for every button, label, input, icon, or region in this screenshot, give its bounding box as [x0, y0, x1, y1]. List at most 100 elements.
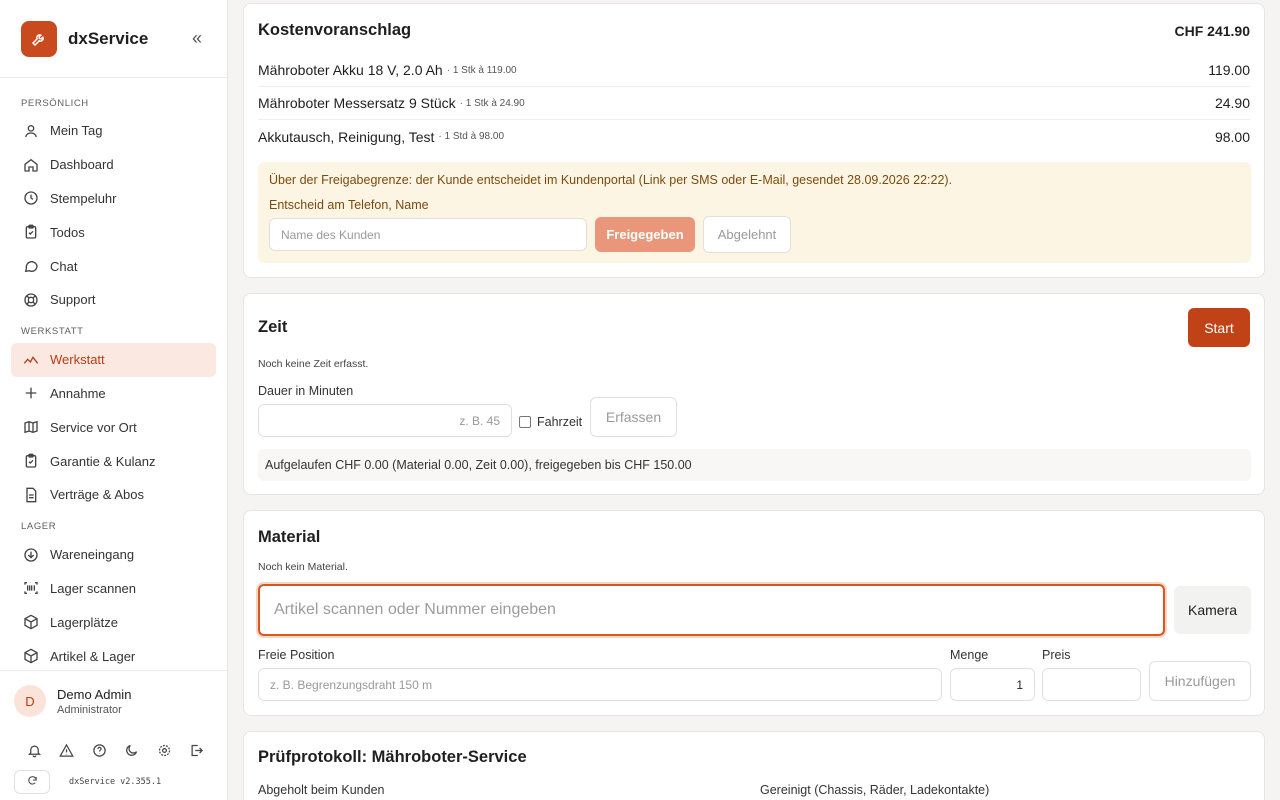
lifebuoy-icon — [22, 291, 40, 309]
protocol-item[interactable]: Abgeholt beim Kunden — [258, 783, 384, 797]
clipboard-check-icon — [22, 452, 40, 470]
material-card: Material Noch kein Material. Artikel sca… — [243, 510, 1265, 716]
sidebar-item-todos[interactable]: Todos — [11, 215, 216, 249]
plus-icon — [22, 384, 40, 402]
quote-item-name: Mähroboter Akku 18 V, 2.0 Ah — [258, 62, 443, 78]
sidebar-item-label: Werkstatt — [50, 352, 105, 368]
bell-icon[interactable] — [18, 743, 51, 758]
warning-icon[interactable] — [51, 743, 84, 758]
download-icon — [22, 546, 40, 564]
sidebar-item-lager-scannen[interactable]: Lager scannen — [11, 572, 216, 606]
clock-icon — [22, 189, 40, 207]
user-role: Administrator — [57, 703, 122, 716]
sidebar-item-label: Support — [50, 292, 96, 308]
log-time-button[interactable]: Erfassen — [590, 397, 677, 437]
article-scan-input[interactable]: Artikel scannen oder Nummer eingeben — [258, 584, 1165, 636]
sidebar-item-label: Garantie & Kulanz — [50, 453, 156, 469]
sidebar-item-label: Stempeluhr — [50, 190, 117, 206]
time-empty-text: Noch keine Zeit erfasst. — [258, 358, 369, 370]
travel-time-label: Fahrzeit — [537, 415, 583, 429]
quote-row: Akkutausch, Reinigung, Test · 1 Std à 98… — [258, 120, 1250, 153]
app-version: dxService v2.355.1 — [69, 777, 162, 787]
sidebar-item-label: Dashboard — [50, 157, 114, 173]
material-title: Material — [258, 528, 321, 546]
collapse-sidebar-icon[interactable]: « — [192, 28, 202, 49]
section-label-storage: LAGER — [21, 521, 57, 533]
quantity-label: Menge — [950, 648, 989, 662]
wrench-icon[interactable] — [21, 20, 57, 57]
approve-button[interactable]: Freigegeben — [595, 217, 695, 252]
box-icon — [22, 613, 40, 631]
quote-item-detail: · 1 Std à 98.00 — [438, 131, 505, 142]
sidebar-item-dashboard[interactable]: Dashboard — [11, 148, 216, 182]
protocol-card: Prüfprotokoll: Mähroboter-Service Abgeho… — [243, 731, 1265, 800]
logout-icon[interactable] — [181, 743, 214, 758]
sidebar-item-label: Mein Tag — [50, 123, 103, 139]
quote-item-detail: · 1 Stk à 24.90 — [459, 97, 525, 109]
quantity-input[interactable]: 1 — [950, 668, 1035, 701]
user-name: Demo Admin — [57, 686, 132, 702]
sidebar-item-label: Todos — [50, 224, 85, 240]
sidebar-item-label: Lager scannen — [50, 580, 137, 596]
package-icon — [22, 647, 40, 665]
tool-row — [14, 743, 213, 758]
sidebar-item-vertraege[interactable]: Verträge & Abos — [11, 478, 216, 512]
quote-total: CHF 241.90 — [1174, 23, 1250, 39]
moon-icon[interactable] — [116, 743, 149, 758]
quote-title: Kostenvoranschlag — [258, 21, 412, 39]
start-timer-button[interactable]: Start — [1188, 308, 1250, 347]
sidebar-item-lagerplaetze[interactable]: Lagerplätze — [11, 605, 216, 639]
material-empty-text: Noch kein Material. — [258, 561, 348, 573]
sidebar-item-garantie[interactable]: Garantie & Kulanz — [11, 444, 216, 478]
add-position-button[interactable]: Hinzufügen — [1149, 661, 1251, 701]
avatar[interactable]: D — [14, 685, 46, 717]
refresh-icon — [27, 773, 38, 791]
phone-decision-label: Entscheid am Telefon, Name — [269, 198, 429, 212]
settings-icon[interactable] — [148, 743, 181, 758]
travel-time-toggle[interactable]: Fahrzeit — [519, 415, 582, 429]
refresh-button[interactable] — [14, 770, 50, 794]
user-panel: D Demo Admin Administrator dxService v2.… — [0, 670, 227, 794]
user-icon — [22, 122, 40, 140]
travel-time-checkbox[interactable] — [519, 416, 531, 428]
sidebar-item-service-vor-ort[interactable]: Service vor Ort — [11, 410, 216, 444]
sidebar-item-label: Lagerplätze — [50, 614, 118, 630]
sidebar-item-label: Wareneingang — [50, 547, 135, 563]
price-input[interactable] — [1042, 668, 1141, 701]
free-position-label: Freie Position — [258, 648, 335, 662]
quote-item-name: Mähroboter Messersatz 9 Stück — [258, 95, 456, 111]
sidebar-item-chat[interactable]: Chat — [11, 249, 216, 283]
sidebar-item-wareneingang[interactable]: Wareneingang — [11, 538, 216, 572]
sidebar-item-mein-tag[interactable]: Mein Tag — [11, 114, 216, 148]
sidebar-item-annahme[interactable]: Annahme — [11, 377, 216, 411]
sidebar-item-stempeluhr[interactable]: Stempeluhr — [11, 182, 216, 216]
sidebar-item-label: Chat — [50, 258, 78, 274]
barcode-icon — [22, 579, 40, 597]
price-label: Preis — [1042, 648, 1071, 662]
protocol-item[interactable]: Gereinigt (Chassis, Räder, Ladekontakte) — [760, 783, 989, 797]
customer-name-input[interactable]: Name des Kunden — [269, 218, 587, 251]
section-label-workshop: WERKSTATT — [21, 326, 84, 338]
cost-summary: Aufgelaufen CHF 0.00 (Material 0.00, Zei… — [258, 449, 1251, 481]
quote-card: Kostenvoranschlag CHF 241.90 Mähroboter … — [243, 3, 1265, 278]
clipboard-icon — [22, 223, 40, 241]
quote-item-name: Akkutausch, Reinigung, Test — [258, 128, 435, 145]
approval-message: Über der Freigabegrenze: der Kunde entsc… — [269, 173, 953, 187]
sidebar-item-label: Verträge & Abos — [50, 487, 144, 503]
quote-item-amount: 98.00 — [1214, 128, 1250, 145]
help-icon[interactable] — [83, 743, 116, 758]
sidebar-item-support[interactable]: Support — [11, 283, 216, 317]
sidebar-item-artikel-lager[interactable]: Artikel & Lager — [11, 639, 216, 673]
free-position-input[interactable]: z. B. Begrenzungsdraht 150 m — [258, 668, 942, 701]
user-profile[interactable]: D Demo Admin Administrator — [14, 685, 213, 717]
document-icon — [22, 486, 40, 504]
reject-button[interactable]: Abgelehnt — [703, 216, 791, 253]
camera-button[interactable]: Kamera — [1174, 586, 1251, 634]
map-icon — [22, 418, 40, 436]
approval-notice: Über der Freigabegrenze: der Kunde entsc… — [258, 162, 1251, 263]
app-name: dxService — [68, 28, 149, 48]
duration-input[interactable]: z. B. 45 — [258, 404, 512, 437]
brand: dxService « — [0, 0, 227, 78]
sidebar-item-werkstatt[interactable]: Werkstatt — [11, 342, 216, 377]
home-icon — [22, 156, 40, 174]
